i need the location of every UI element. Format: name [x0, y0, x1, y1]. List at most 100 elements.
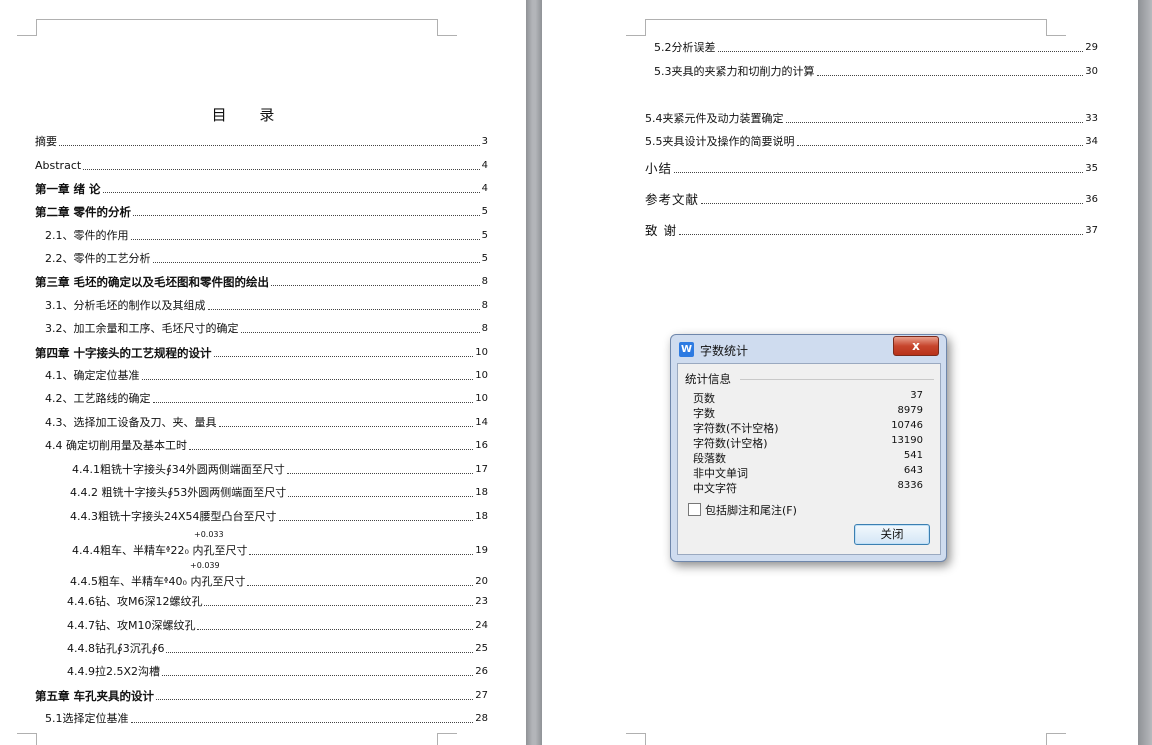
toc-entry-page: 33 [1085, 113, 1098, 124]
toc-entry-label: 5.2分析误差 [654, 41, 716, 54]
toc-entry[interactable]: 4.2、工艺路线的确定 10 [45, 392, 488, 406]
toc-entry[interactable]: 2.2、零件的工艺分析 5 [45, 252, 488, 266]
toc-entry[interactable]: 5.2分析误差 29 [654, 41, 1098, 55]
stat-row: 中文字符 8336 [693, 480, 923, 495]
page-gutter [526, 0, 542, 745]
toc-leader-dots [218, 426, 474, 427]
stat-label: 段落数 [693, 452, 726, 465]
toc-entry[interactable]: 第一章 绪 论 4 [35, 182, 488, 196]
toc-entry[interactable]: 4.4.5粗车、半精车ᶲ40₀ 内孔至尺寸 20 [70, 575, 488, 589]
toc-entry[interactable]: 5.1选择定位基准 28 [45, 712, 488, 726]
toc-entry-page: 34 [1085, 136, 1098, 147]
superscript-tolerance: +0.033 [194, 530, 224, 539]
toc-entry[interactable]: 3.2、加工余量和工序、毛坯尺寸的确定 8 [45, 322, 488, 336]
toc-leader-dots [717, 51, 1084, 52]
toc-leader-dots [286, 473, 474, 474]
toc-entry[interactable]: 5.4夹紧元件及动力装置确定 33 [645, 112, 1098, 126]
toc-leader-dots [197, 629, 474, 630]
toc-entry[interactable]: 4.4.7钻、攻M10深螺纹孔 24 [67, 619, 488, 633]
toc-entry-page: 36 [1085, 194, 1098, 205]
dialog-title: 字数统计 [700, 344, 749, 358]
toc-entry-page: 25 [475, 643, 488, 654]
toc-entry[interactable]: Abstract 4 [35, 159, 488, 173]
toc-entry-page: 18 [475, 487, 488, 498]
toc-entry[interactable]: 第五章 车孔夹具的设计 27 [35, 689, 488, 703]
stat-label: 中文字符 [693, 482, 737, 495]
toc-entry-label: 小结 [645, 161, 673, 176]
toc-entry-page: 20 [475, 576, 488, 587]
include-footnotes-label[interactable]: 包括脚注和尾注(F) [705, 502, 797, 518]
toc-entry[interactable]: 4.1、确定定位基准 10 [45, 369, 488, 383]
toc-entry-page: 17 [475, 464, 488, 475]
stat-value: 37 [910, 390, 923, 401]
toc-entry-label: 致 谢 [645, 223, 677, 238]
toc-leader-dots [162, 675, 474, 676]
toc-entry[interactable]: 4.3、选择加工设备及刀、夹、量具 14 [45, 416, 488, 430]
toc-entry-page: 35 [1085, 163, 1098, 174]
toc-leader-dots [130, 722, 474, 723]
include-footnotes-checkbox[interactable] [688, 503, 701, 516]
toc-leader-dots [189, 449, 474, 450]
toc-entry[interactable]: 4.4.1粗铣十字接头∮34外圆两侧端面至尺寸 17 [72, 463, 488, 477]
toc-entry[interactable]: 摘要 3 [35, 135, 488, 149]
toc-entry[interactable]: 第三章 毛坯的确定以及毛坯图和零件图的绘出 8 [35, 275, 488, 289]
stat-row: 段落数 541 [693, 450, 923, 465]
toc-entry[interactable]: 4.4.6钻、攻M6深12螺纹孔 23 [67, 595, 488, 609]
toc-entry-label: 4.2、工艺路线的确定 [45, 392, 151, 405]
dialog-body: 统计信息 页数 37 字数 8979 字符数(不计空格) 10746 字符数(计空格) 131… [677, 363, 941, 555]
toc-entry[interactable]: 5.5夹具设计及操作的简要说明 34 [645, 135, 1098, 149]
toc-entry-label: 4.4 确定切削用量及基本工时 [45, 439, 187, 452]
toc-leader-dots [288, 496, 474, 497]
toc-entry-label: 第四章 十字接头的工艺规程的设计 [35, 346, 212, 360]
toc-entry-page: 28 [475, 713, 488, 724]
close-button[interactable]: 关闭 [854, 524, 930, 545]
toc-entry[interactable]: 3.1、分析毛坯的制作以及其组成 8 [45, 299, 488, 313]
toc-entry-page: 8 [481, 323, 488, 334]
toc-entry-label: 5.5夹具设计及操作的简要说明 [645, 135, 795, 148]
toc-entry-page: 29 [1085, 42, 1098, 53]
toc-entry-page: 23 [475, 596, 488, 607]
toc-entry[interactable]: 4.4.3粗铣十字接头24X54腰型凸台至尺寸 18 [70, 510, 488, 524]
toc-entry[interactable]: 第二章 零件的分析 5 [35, 205, 488, 219]
toc-entry[interactable]: 4.4.9拉2.5X2沟槽 26 [67, 665, 488, 679]
stat-row: 字数 8979 [693, 405, 923, 420]
header-margin-mark [1046, 19, 1066, 36]
toc-entry-page: 4 [481, 160, 488, 171]
stat-value: 8979 [897, 405, 923, 416]
toc-entry[interactable]: 参考文献 36 [645, 193, 1098, 207]
stat-label: 字数 [693, 407, 715, 420]
toc-leader-dots [133, 215, 480, 216]
close-icon[interactable]: x [893, 336, 939, 356]
stat-label: 字符数(不计空格) [693, 422, 779, 435]
dialog-titlebar[interactable]: W 字数统计 x [671, 335, 946, 361]
document-page-left: 目 录 摘要 3 Abstract 4 第一章 绪 论 4 第二章 零件的分析 5 2.1、零件… [0, 0, 526, 745]
toc-entry-page: 14 [475, 417, 488, 428]
toc-entry[interactable]: 4.4.4粗车、半精车ᶲ22₀ 内孔至尺寸 19 [72, 544, 488, 558]
toc-entry[interactable]: 小结 35 [645, 162, 1098, 176]
page-gutter [1138, 0, 1152, 745]
toc-leader-dots [204, 605, 474, 606]
toc-entry-label: 4.3、选择加工设备及刀、夹、量具 [45, 416, 217, 429]
toc-leader-dots [240, 332, 480, 333]
toc-leader-dots [59, 145, 480, 146]
toc-title: 目 录 [211, 106, 289, 124]
toc-entry[interactable]: 致 谢 37 [645, 224, 1098, 238]
toc-entry-page: 10 [475, 393, 488, 404]
toc-entry[interactable]: 第四章 十字接头的工艺规程的设计 10 [35, 346, 488, 360]
stats-group-label: 统计信息 [685, 371, 734, 387]
toc-entry-label: 5.3夹具的夹紧力和切削力的计算 [654, 65, 815, 78]
toc-entry-page: 27 [475, 690, 488, 701]
toc-entry[interactable]: 4.4 确定切削用量及基本工时 16 [45, 439, 488, 453]
toc-entry-label: 3.1、分析毛坯的制作以及其组成 [45, 299, 206, 312]
toc-leader-dots [249, 554, 474, 555]
word-count-dialog: W 字数统计 x 统计信息 页数 37 字数 8979 字符数(不计空格) 10746 字符… [670, 334, 947, 562]
stat-value: 10746 [891, 420, 923, 431]
stat-row: 字符数(计空格) 13190 [693, 435, 923, 450]
stat-label: 字符数(计空格) [693, 437, 768, 450]
toc-entry[interactable]: 2.1、零件的作用 5 [45, 229, 488, 243]
toc-leader-dots [156, 699, 474, 700]
toc-entry-label: 2.1、零件的作用 [45, 229, 129, 242]
toc-entry[interactable]: 4.4.8钻孔∮3沉孔∮6 25 [67, 642, 488, 656]
toc-entry[interactable]: 4.4.2 粗铣十字接头∮53外圆两侧端面至尺寸 18 [70, 486, 488, 500]
toc-entry[interactable]: 5.3夹具的夹紧力和切削力的计算 30 [654, 65, 1098, 79]
